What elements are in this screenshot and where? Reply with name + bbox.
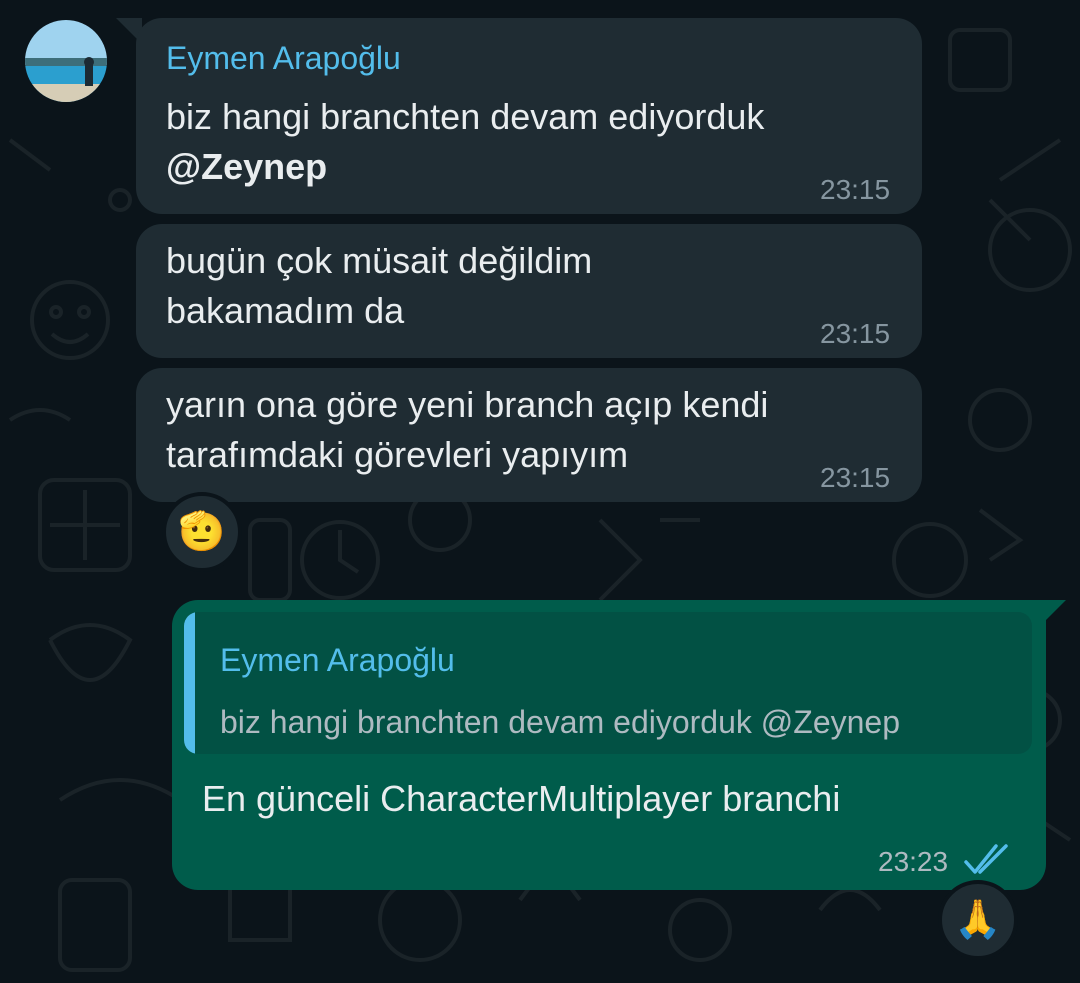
sender-name[interactable]: Eymen Arapoğlu	[166, 40, 401, 77]
saluting-face-reaction[interactable]: 🫡	[162, 492, 242, 572]
message-text: biz hangi branchten devam ediyorduk	[166, 96, 765, 137]
quoted-message[interactable]: Eymen Arapoğlu biz hangi branchten devam…	[184, 612, 1032, 754]
incoming-message[interactable]: yarın ona göre yeni branch açıp kendi ta…	[136, 368, 922, 502]
sender-avatar[interactable]	[25, 20, 107, 102]
message-text: yarın ona göre yeni branch açıp kendi	[166, 384, 769, 425]
incoming-message[interactable]: bugün çok müsait değildim bakamadım da 2…	[136, 224, 922, 358]
quoted-text: biz hangi branchten devam ediyorduk @Zey…	[220, 704, 900, 740]
message-text: En günceli CharacterMultiplayer branchi	[202, 778, 841, 819]
message-time: 23:15	[820, 318, 891, 349]
incoming-message[interactable]: Eymen Arapoğlu biz hangi branchten devam…	[136, 18, 922, 214]
message-text: bugün çok müsait değildim	[166, 240, 593, 281]
double-check-read-icon	[964, 844, 1008, 874]
message-text: bakamadım da	[166, 290, 405, 331]
folded-hands-reaction[interactable]: 🙏	[938, 880, 1018, 960]
mention-link[interactable]: @Zeynep	[166, 142, 327, 192]
outgoing-message[interactable]: Eymen Arapoğlu biz hangi branchten devam…	[172, 600, 1046, 890]
message-time: 23:15	[820, 462, 891, 493]
message-text: tarafımdaki görevleri yapıyım	[166, 434, 629, 475]
quote-bar	[184, 612, 195, 754]
message-time: 23:23	[878, 846, 949, 877]
profile-photo-icon	[25, 20, 107, 102]
quoted-sender-name: Eymen Arapoğlu	[220, 642, 455, 678]
message-time: 23:15	[820, 174, 891, 205]
